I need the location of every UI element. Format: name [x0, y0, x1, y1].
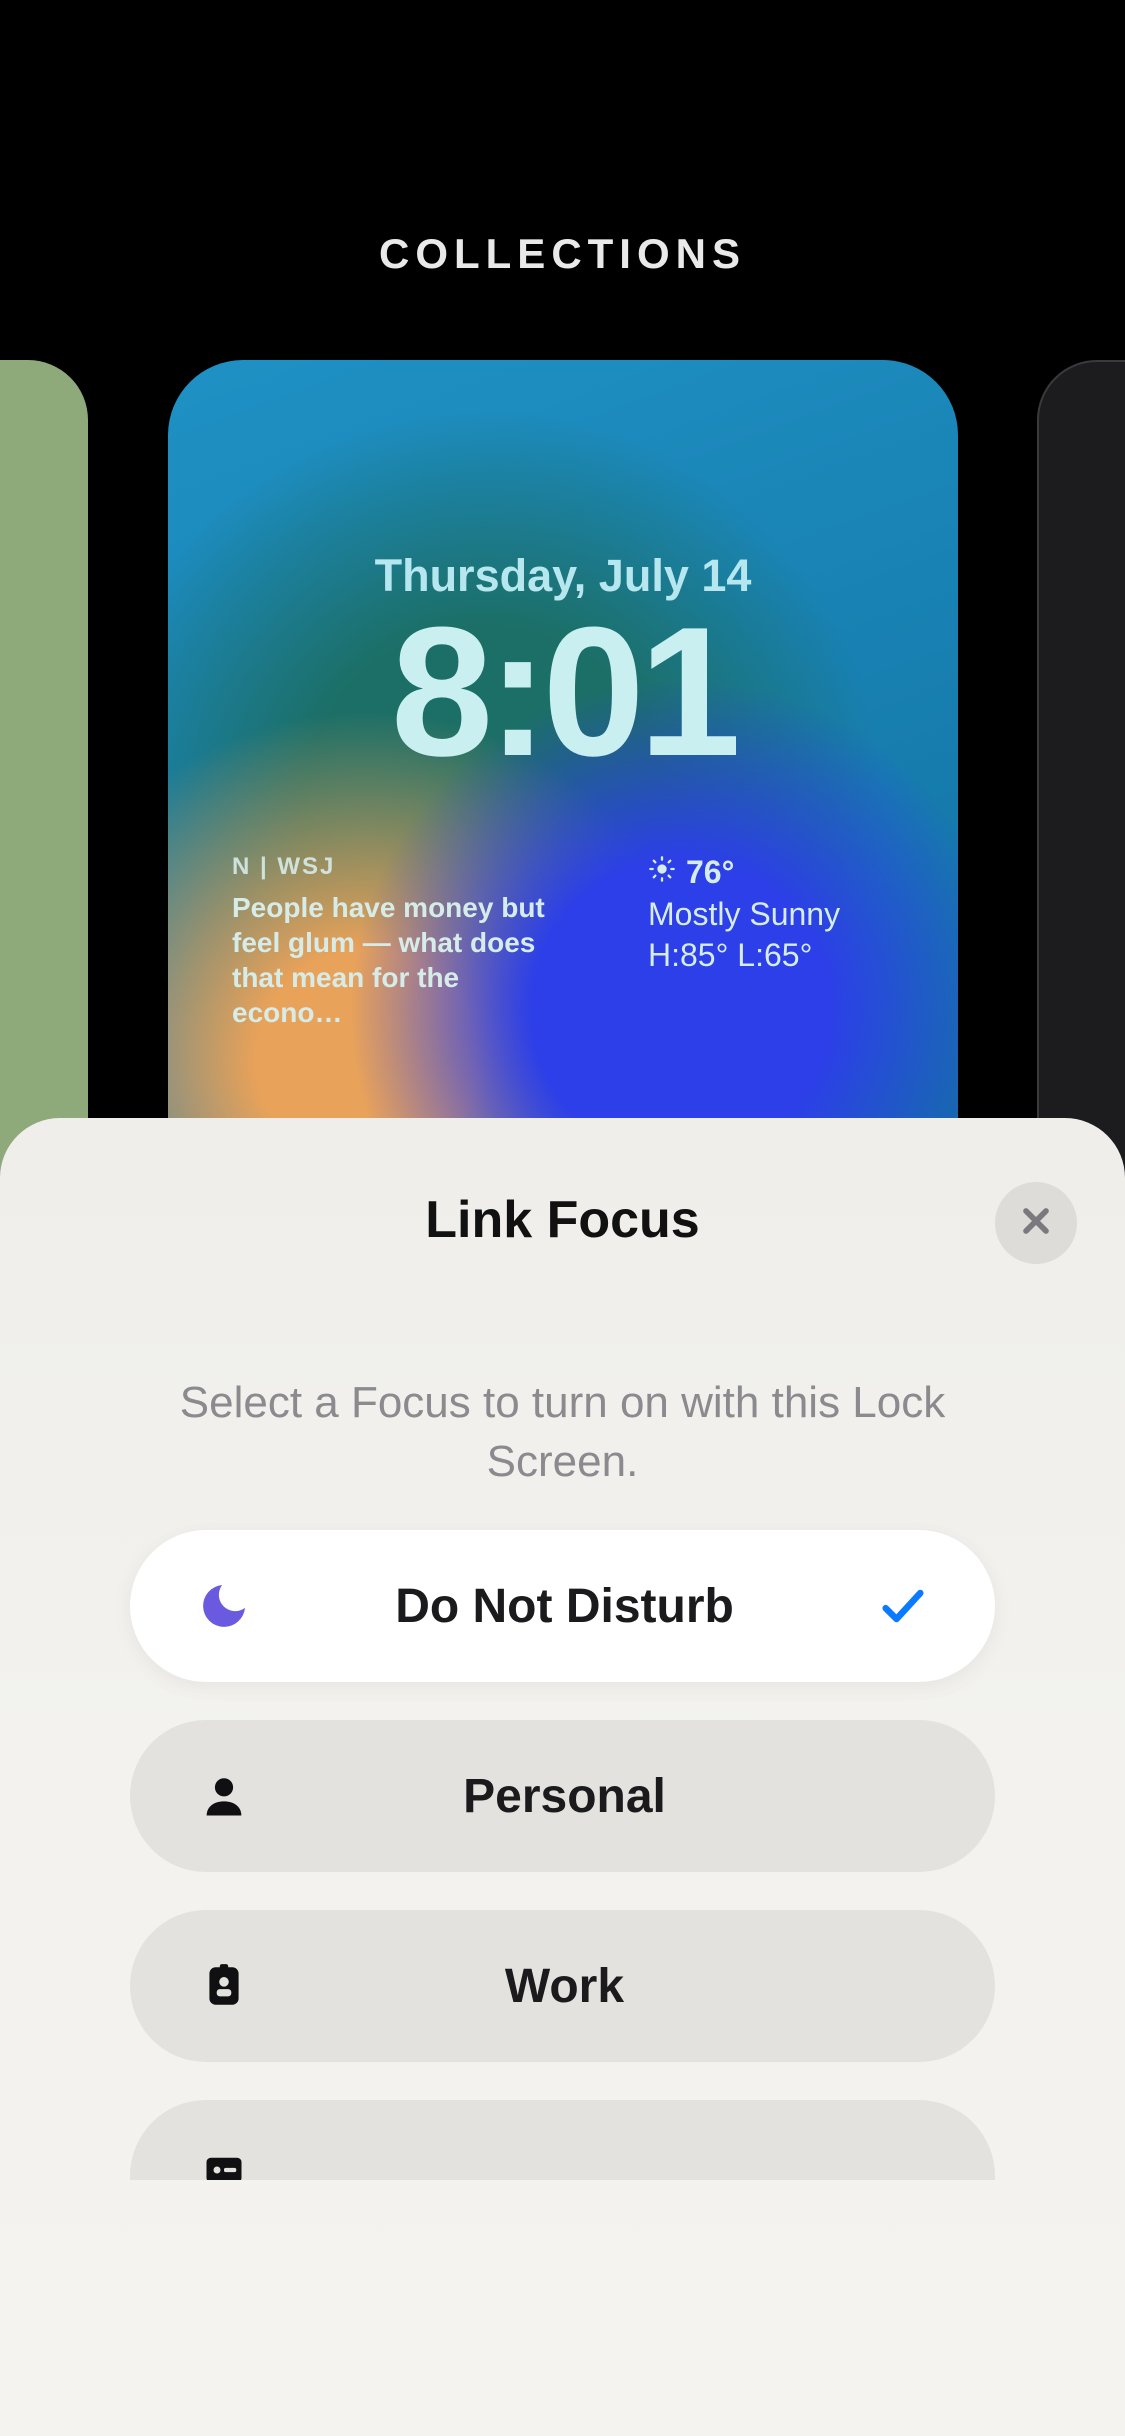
focus-option-work[interactable]: Work: [130, 1910, 995, 2062]
weather-condition: Mostly Sunny: [648, 894, 908, 936]
sheet-subtitle: Select a Focus to turn on with this Lock…: [120, 1373, 1005, 1492]
news-widget: N | WSJ People have money but feel glum …: [232, 852, 572, 1030]
card-icon: [194, 2140, 254, 2180]
focus-option-label: Work: [254, 1959, 875, 2014]
weather-temp: 76°: [686, 852, 734, 894]
checkmark-icon: [875, 1578, 931, 1634]
focus-options-list: Do Not Disturb Personal Work: [130, 1530, 995, 2180]
close-button[interactable]: [995, 1182, 1077, 1264]
focus-option-personal[interactable]: Personal: [130, 1720, 995, 1872]
sun-icon: [648, 852, 676, 894]
lockscreen-time: 8:01: [168, 585, 958, 797]
news-source: N | WSJ: [232, 852, 572, 882]
link-focus-sheet: Link Focus Select a Focus to turn on wit…: [0, 1118, 1125, 2436]
weather-widget: 76° Mostly Sunny H:85° L:65°: [648, 852, 908, 977]
weather-hilo: H:85° L:65°: [648, 935, 908, 977]
moon-icon: [194, 1576, 254, 1636]
close-icon: [1016, 1201, 1056, 1246]
focus-option-label: Do Not Disturb: [254, 1579, 875, 1634]
gallery-header: COLLECTIONS: [0, 230, 1125, 278]
focus-option-label: Personal: [254, 1769, 875, 1824]
badge-icon: [194, 1956, 254, 2016]
focus-option-more[interactable]: [130, 2100, 995, 2180]
sheet-title: Link Focus: [0, 1190, 1125, 1250]
news-headline: People have money but feel glum — what d…: [232, 890, 572, 1030]
person-icon: [194, 1766, 254, 1826]
focus-option-do-not-disturb[interactable]: Do Not Disturb: [130, 1530, 995, 1682]
